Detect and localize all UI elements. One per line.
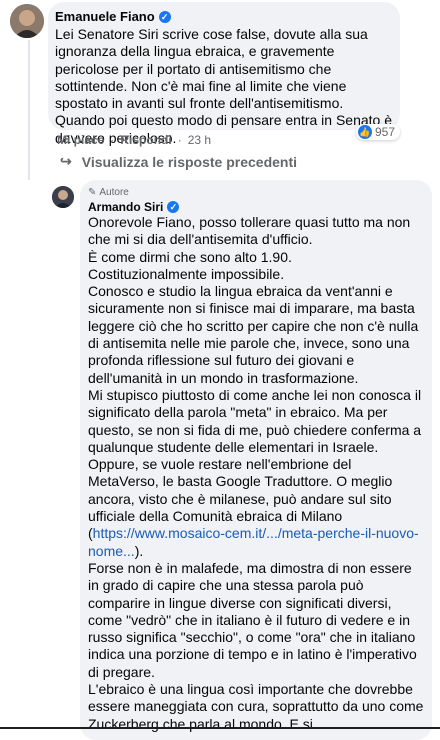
reply-bubble: ✎ Autore Armando Siri ✓ Onorevole Fiano,… bbox=[80, 180, 432, 740]
comment-bubble: Emanuele Fiano ✓ Lei Senatore Siri scriv… bbox=[48, 2, 400, 146]
comment-text: Lei Senatore Siri scrive cose false, dov… bbox=[55, 26, 393, 146]
author-role-badge: Autore bbox=[99, 187, 129, 198]
reactions-badge[interactable]: 👍 957 bbox=[356, 124, 401, 140]
comment-time[interactable]: 23 h bbox=[188, 133, 211, 147]
avatar[interactable] bbox=[10, 4, 44, 38]
reply-author[interactable]: Armando Siri bbox=[88, 200, 163, 214]
pencil-icon: ✎ bbox=[88, 187, 97, 198]
reply-avatar[interactable] bbox=[52, 186, 74, 208]
reply-button[interactable]: Rispondi bbox=[120, 133, 171, 147]
screenshot-bottom-border bbox=[0, 727, 440, 729]
comment-author[interactable]: Emanuele Fiano bbox=[55, 9, 155, 24]
profile-photo-icon bbox=[52, 186, 74, 208]
profile-photo-icon bbox=[10, 4, 44, 38]
thumbs-up-icon: 👍 bbox=[358, 125, 372, 139]
reply-thread-line bbox=[28, 40, 30, 180]
verified-badge-icon: ✓ bbox=[167, 201, 180, 213]
reply-text: Onorevole Fiano, posso tollerare quasi t… bbox=[88, 214, 424, 732]
reply-arrow-icon: ↪ bbox=[60, 153, 72, 169]
verified-badge-icon: ✓ bbox=[158, 10, 171, 23]
comment-actions: Mi piace · Rispondi · 23 h bbox=[57, 133, 212, 147]
show-previous-replies-label: Visualizza le risposte precedenti bbox=[81, 153, 298, 170]
like-button[interactable]: Mi piace bbox=[57, 133, 104, 147]
reactions-count: 957 bbox=[375, 125, 396, 139]
show-previous-replies[interactable]: ↪ Visualizza le risposte precedenti bbox=[60, 153, 297, 170]
